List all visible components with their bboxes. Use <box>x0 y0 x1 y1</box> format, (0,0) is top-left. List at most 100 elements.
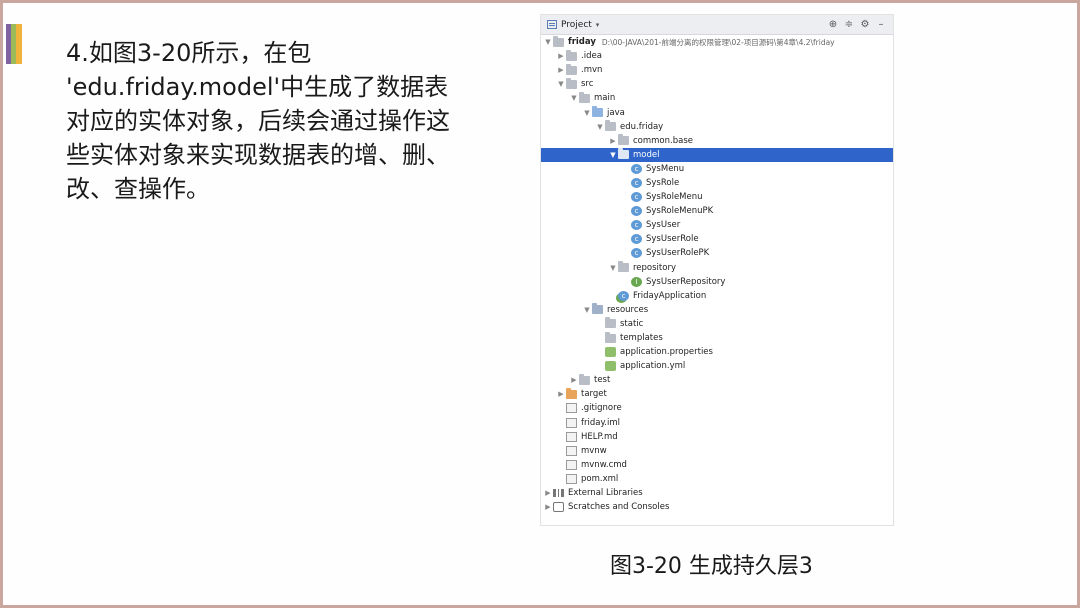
chevron-down-icon[interactable]: ▼ <box>608 151 618 159</box>
tree-item[interactable]: ▼ edu.friday <box>541 120 893 134</box>
folder-icon <box>566 77 577 89</box>
tree-item[interactable]: c SysMenu <box>541 162 893 176</box>
tree-item[interactable]: ▶ .idea <box>541 49 893 63</box>
tree-item[interactable]: application.yml <box>541 359 893 373</box>
tree-item[interactable]: ▶ External Libraries <box>541 486 893 500</box>
project-header: Project ▾ ⊕ ≑ ⚙ – <box>541 15 893 35</box>
tree-item-label: test <box>594 375 611 386</box>
tree-item[interactable]: c SysUserRolePK <box>541 246 893 260</box>
scratch-icon <box>553 502 564 513</box>
tree-item[interactable]: mvnw.cmd <box>541 458 893 472</box>
folder-icon <box>579 91 590 103</box>
chevron-right-icon[interactable]: ▶ <box>556 52 566 60</box>
tree-root[interactable]: ▼ friday D:\00-JAVA\201-前端分离的权限管理\02-项目源… <box>541 35 893 49</box>
tree-item[interactable]: templates <box>541 331 893 345</box>
tree-item-label: SysRoleMenuPK <box>646 206 714 217</box>
class-icon: c <box>631 220 642 231</box>
tree-item[interactable]: ▶ target <box>541 387 893 401</box>
file-icon <box>566 431 577 442</box>
chevron-down-icon[interactable]: ▼ <box>582 306 592 314</box>
chevron-down-icon[interactable]: ▼ <box>608 264 618 272</box>
tree-item[interactable]: ▶ common.base <box>541 134 893 148</box>
tree-item-label: SysUserRepository <box>646 276 726 287</box>
source-folder-icon <box>592 106 603 118</box>
target-icon[interactable]: ⊕ <box>827 19 839 31</box>
properties-file-icon <box>605 361 616 372</box>
tree-item-label: java <box>607 107 625 118</box>
class-icon: c <box>631 248 642 259</box>
tree-item-label: .idea <box>581 51 602 62</box>
tree-item[interactable]: static <box>541 317 893 331</box>
project-view-title[interactable]: Project <box>561 20 592 30</box>
tree-item[interactable]: ▶ Scratches and Consoles <box>541 500 893 514</box>
root-label: friday <box>568 37 596 48</box>
file-icon <box>566 417 577 428</box>
tree-item[interactable]: .gitignore <box>541 401 893 415</box>
tree-item[interactable]: c SysUserRole <box>541 232 893 246</box>
tree-item[interactable]: c SysRole <box>541 176 893 190</box>
tree-item-label: External Libraries <box>568 488 643 499</box>
file-icon <box>566 473 577 484</box>
tree-item-label: application.properties <box>620 347 713 358</box>
tree-item[interactable]: ▼ main <box>541 91 893 105</box>
tree-item[interactable]: ▼ src <box>541 77 893 91</box>
chevron-right-icon[interactable]: ▶ <box>543 489 553 497</box>
tree-item[interactable]: ▶ test <box>541 373 893 387</box>
chevron-right-icon[interactable]: ▶ <box>569 376 579 384</box>
tree-item[interactable]: friday.iml <box>541 416 893 430</box>
chevron-down-icon[interactable]: ▼ <box>595 123 605 131</box>
gear-icon[interactable]: ⚙ <box>859 19 871 31</box>
tree-item-label: mvnw.cmd <box>581 459 627 470</box>
chevron-down-icon[interactable]: ▼ <box>556 80 566 88</box>
tree-item[interactable]: ▼ model <box>541 147 893 162</box>
tree-item-label: pom.xml <box>581 473 619 484</box>
class-icon: c <box>631 206 642 217</box>
folder-icon <box>618 134 629 146</box>
tree-item-label: templates <box>620 333 663 344</box>
resources-folder-icon <box>592 303 603 315</box>
tree-item-label: HELP.md <box>581 431 618 442</box>
tree-item[interactable]: I SysUserRepository <box>541 275 893 289</box>
file-icon <box>566 445 577 456</box>
chevron-down-icon[interactable]: ▾ <box>596 21 600 29</box>
chevron-right-icon[interactable]: ▶ <box>556 390 566 398</box>
tree-item[interactable]: c SysUser <box>541 218 893 232</box>
tree-item-label: SysUserRole <box>646 234 699 245</box>
folder-icon <box>566 63 577 75</box>
tree-item[interactable]: pom.xml <box>541 472 893 486</box>
minimize-icon[interactable]: – <box>875 19 887 31</box>
tree-item[interactable]: ▼ java <box>541 105 893 119</box>
tree-item-label: target <box>581 389 607 400</box>
tree-item[interactable]: c SysRoleMenuPK <box>541 204 893 218</box>
tree-item[interactable]: mvnw <box>541 444 893 458</box>
class-icon: c <box>631 177 642 188</box>
tree-item[interactable]: application.properties <box>541 345 893 359</box>
folder-icon <box>605 331 616 343</box>
tree-item[interactable]: ▼ resources <box>541 303 893 317</box>
tree-item-label: resources <box>607 304 649 315</box>
chevron-down-icon[interactable]: ▼ <box>582 109 592 117</box>
folder-icon <box>605 120 616 132</box>
tree-item[interactable]: c FridayApplication <box>541 289 893 303</box>
tree-item[interactable]: ▼ repository <box>541 261 893 275</box>
collapse-icon[interactable]: ≑ <box>843 19 855 31</box>
tree-item[interactable]: HELP.md <box>541 430 893 444</box>
tree-item-label: SysMenu <box>646 163 685 174</box>
chevron-down-icon[interactable]: ▼ <box>569 94 579 102</box>
library-icon <box>553 489 564 498</box>
tree-item-label: application.yml <box>620 361 686 372</box>
tree-item[interactable]: c SysRoleMenu <box>541 190 893 204</box>
tree-item-label: FridayApplication <box>633 290 707 301</box>
tree-item-label: mvnw <box>581 445 607 456</box>
tree-item-label: common.base <box>633 135 693 146</box>
folder-icon <box>553 35 564 47</box>
tree-item[interactable]: ▶ .mvn <box>541 63 893 77</box>
chevron-down-icon[interactable]: ▼ <box>543 38 553 46</box>
class-icon: c <box>631 234 642 245</box>
accent-bar <box>6 24 22 64</box>
chevron-right-icon[interactable]: ▶ <box>543 503 553 511</box>
project-icon <box>547 20 557 29</box>
chevron-right-icon[interactable]: ▶ <box>556 66 566 74</box>
chevron-right-icon[interactable]: ▶ <box>608 137 618 145</box>
class-icon: c <box>631 192 642 203</box>
